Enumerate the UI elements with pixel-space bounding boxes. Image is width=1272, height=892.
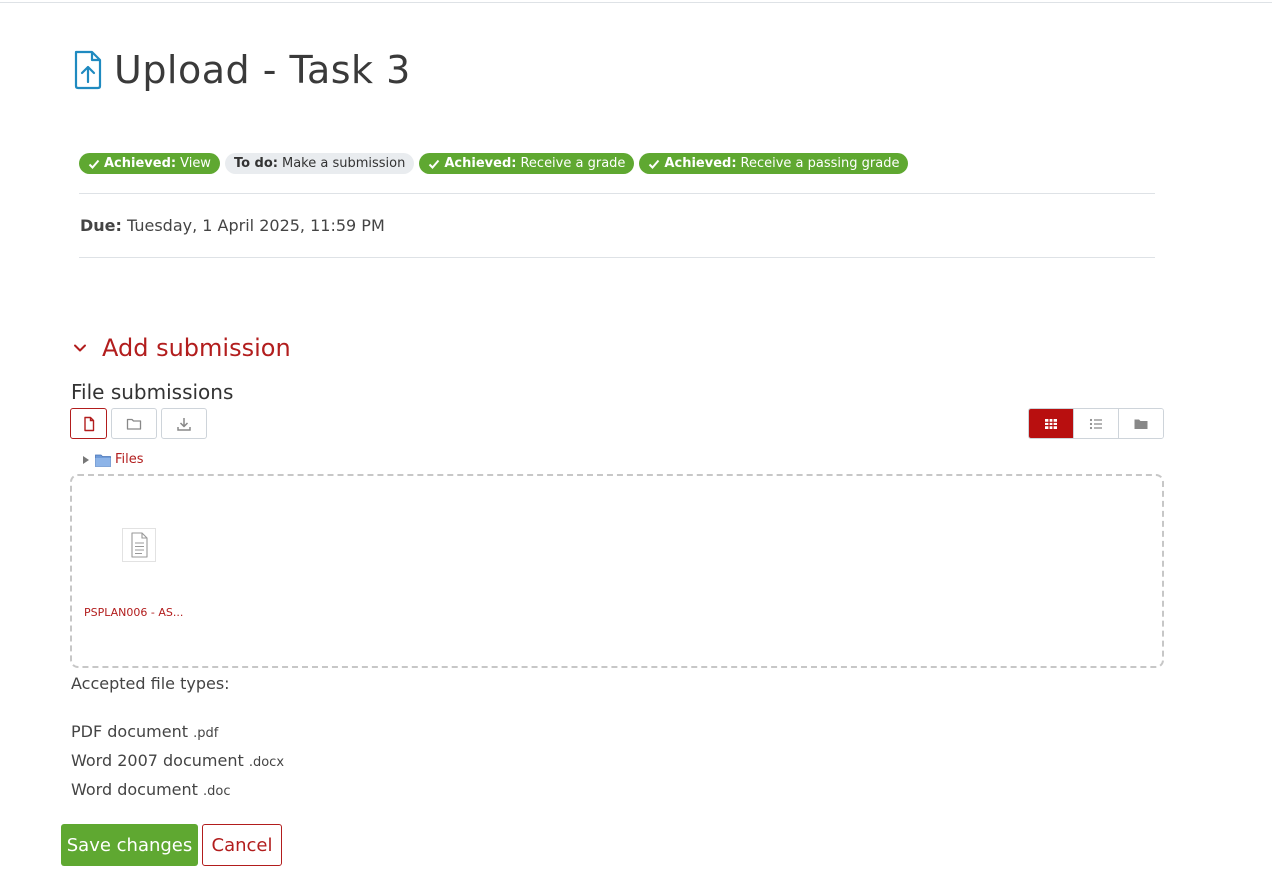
page-header: Upload - Task 3	[72, 48, 411, 92]
type-ext: .docx	[248, 755, 285, 770]
list-view-icon	[1089, 418, 1102, 429]
add-file-icon	[83, 416, 94, 431]
create-folder-icon	[126, 418, 142, 430]
accepted-type-item: Word 2007 document .docx	[71, 747, 284, 776]
type-name: Word 2007 document	[71, 751, 244, 770]
page-title: Upload - Task 3	[114, 48, 411, 92]
accepted-types-list: PDF document .pdf Word 2007 document .do…	[71, 718, 284, 805]
add-submission-toggle[interactable]: Add submission	[72, 334, 291, 362]
chevron-down-icon	[74, 344, 86, 352]
list-view-button[interactable]	[1073, 409, 1118, 438]
create-folder-button[interactable]	[111, 408, 157, 439]
check-icon	[649, 159, 660, 169]
download-icon	[177, 417, 191, 431]
badge-label: View	[180, 156, 211, 171]
due-label: Due:	[80, 216, 122, 235]
badge-passing-grade: Achieved: Receive a passing grade	[639, 153, 909, 174]
folder-view-icon	[1134, 419, 1148, 429]
type-name: PDF document	[71, 722, 188, 741]
accepted-type-item: PDF document .pdf	[71, 718, 284, 747]
type-ext: .pdf	[193, 726, 219, 741]
due-value: Tuesday, 1 April 2025, 11:59 PM	[127, 216, 385, 235]
file-upload-icon	[74, 50, 102, 90]
badge-status: Achieved:	[104, 156, 177, 171]
due-date: Due: Tuesday, 1 April 2025, 11:59 PM	[80, 216, 385, 235]
accepted-type-item: Word document .doc	[71, 776, 284, 805]
badge-status: Achieved:	[664, 156, 737, 171]
cancel-button[interactable]: Cancel	[202, 824, 282, 866]
add-file-button[interactable]	[70, 408, 107, 439]
divider	[79, 257, 1155, 258]
badge-receive-grade: Achieved: Receive a grade	[419, 153, 635, 174]
top-divider	[0, 2, 1272, 3]
tree-view-button[interactable]	[1118, 409, 1163, 438]
section-title: Add submission	[102, 334, 291, 362]
save-changes-button[interactable]: Save changes	[61, 824, 198, 866]
file-submissions-label: File submissions	[71, 380, 234, 404]
completion-badges: Achieved: View To do: Make a submission …	[79, 153, 909, 174]
badge-view: Achieved: View	[79, 153, 220, 174]
download-all-button[interactable]	[161, 408, 207, 439]
grid-view-icon	[1045, 418, 1057, 429]
badge-status: To do:	[233, 156, 278, 171]
view-switcher	[1028, 408, 1164, 439]
files-path-label: Files	[115, 452, 144, 467]
folder-icon	[95, 454, 111, 467]
file-drop-zone[interactable]: PSPLAN006 - AS...	[70, 474, 1164, 668]
type-ext: .doc	[203, 784, 231, 799]
type-name: Word document	[71, 780, 198, 799]
badge-status: Achieved:	[444, 156, 517, 171]
accepted-types-label: Accepted file types:	[71, 674, 230, 693]
expand-triangle-icon	[83, 455, 89, 464]
check-icon	[88, 159, 100, 169]
check-icon	[429, 159, 440, 169]
divider	[79, 193, 1155, 194]
badge-label: Receive a grade	[520, 156, 626, 171]
badge-label: Make a submission	[282, 156, 406, 171]
badge-label: Receive a passing grade	[740, 156, 900, 171]
grid-view-button[interactable]	[1029, 409, 1073, 438]
files-path-node[interactable]: Files	[82, 452, 144, 467]
file-name: PSPLAN006 - AS...	[84, 606, 184, 619]
document-icon	[122, 528, 156, 562]
badge-make-submission: To do: Make a submission	[224, 153, 415, 174]
